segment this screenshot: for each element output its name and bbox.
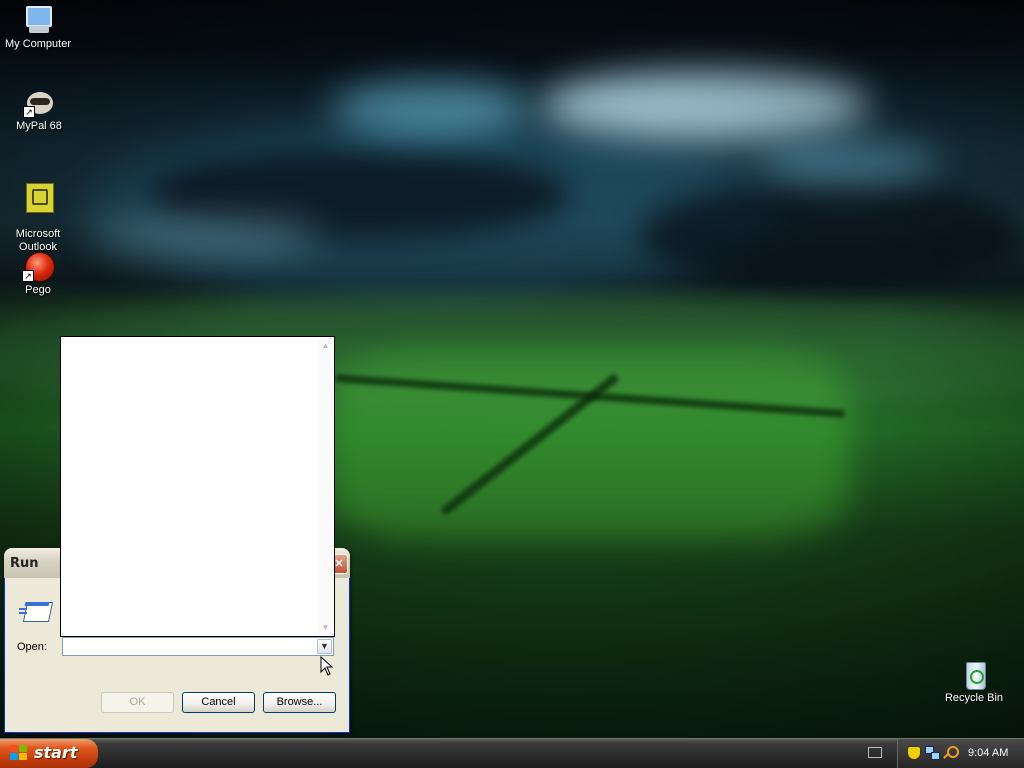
clock[interactable]: 9:04 AM — [968, 747, 1008, 759]
browse-button[interactable]: Browse... — [263, 692, 336, 713]
keyboard-icon[interactable] — [868, 747, 882, 758]
desktop-icon-label: Pego — [25, 284, 51, 296]
security-shield-icon[interactable] — [907, 746, 921, 760]
search-icon[interactable] — [943, 746, 959, 760]
run-dialog-title: Run — [10, 556, 39, 571]
scroll-up-arrow-icon[interactable]: ▲ — [318, 338, 333, 353]
chevron-down-icon[interactable]: ▼ — [317, 639, 332, 654]
start-label: start — [34, 743, 78, 762]
system-tray: 9:04 AM — [897, 739, 1024, 768]
dropdown-scrollbar[interactable]: ▲ ▼ — [318, 338, 333, 635]
network-icon[interactable] — [925, 746, 940, 760]
cancel-button[interactable]: Cancel — [182, 692, 255, 713]
mouse-cursor-icon — [320, 656, 334, 676]
computer-icon — [22, 4, 54, 36]
pego-icon: ↗ — [22, 250, 55, 282]
desktop-icon-mypal[interactable]: ↗ MyPal 68 — [1, 86, 77, 133]
desktop-icon-pego[interactable]: ↗ Pego — [0, 250, 76, 297]
start-button[interactable]: start — [0, 739, 98, 768]
mypal-browser-icon: ↗ — [23, 86, 55, 118]
open-label: Open: — [17, 641, 47, 653]
desktop-icon-label: MyPal 68 — [16, 120, 62, 132]
desktop-icon-recycle-bin[interactable]: Recycle Bin — [936, 658, 1012, 705]
open-history-dropdown[interactable]: ▲ ▼ — [60, 336, 335, 637]
desktop-icon-label: Recycle Bin — [944, 692, 1004, 704]
outlook-icon — [22, 181, 54, 213]
desktop-icon-label: My Computer — [4, 38, 72, 50]
taskbar: start 9:04 AM — [0, 738, 1024, 768]
windows-logo-icon — [10, 745, 28, 761]
recycle-bin-icon — [958, 658, 990, 690]
open-combobox[interactable]: ▼ — [62, 637, 334, 656]
scroll-down-arrow-icon[interactable]: ▼ — [318, 620, 333, 635]
desktop-icon-my-computer[interactable]: My Computer — [0, 4, 76, 51]
run-program-icon — [19, 600, 54, 622]
ok-button[interactable]: OK — [101, 692, 174, 713]
